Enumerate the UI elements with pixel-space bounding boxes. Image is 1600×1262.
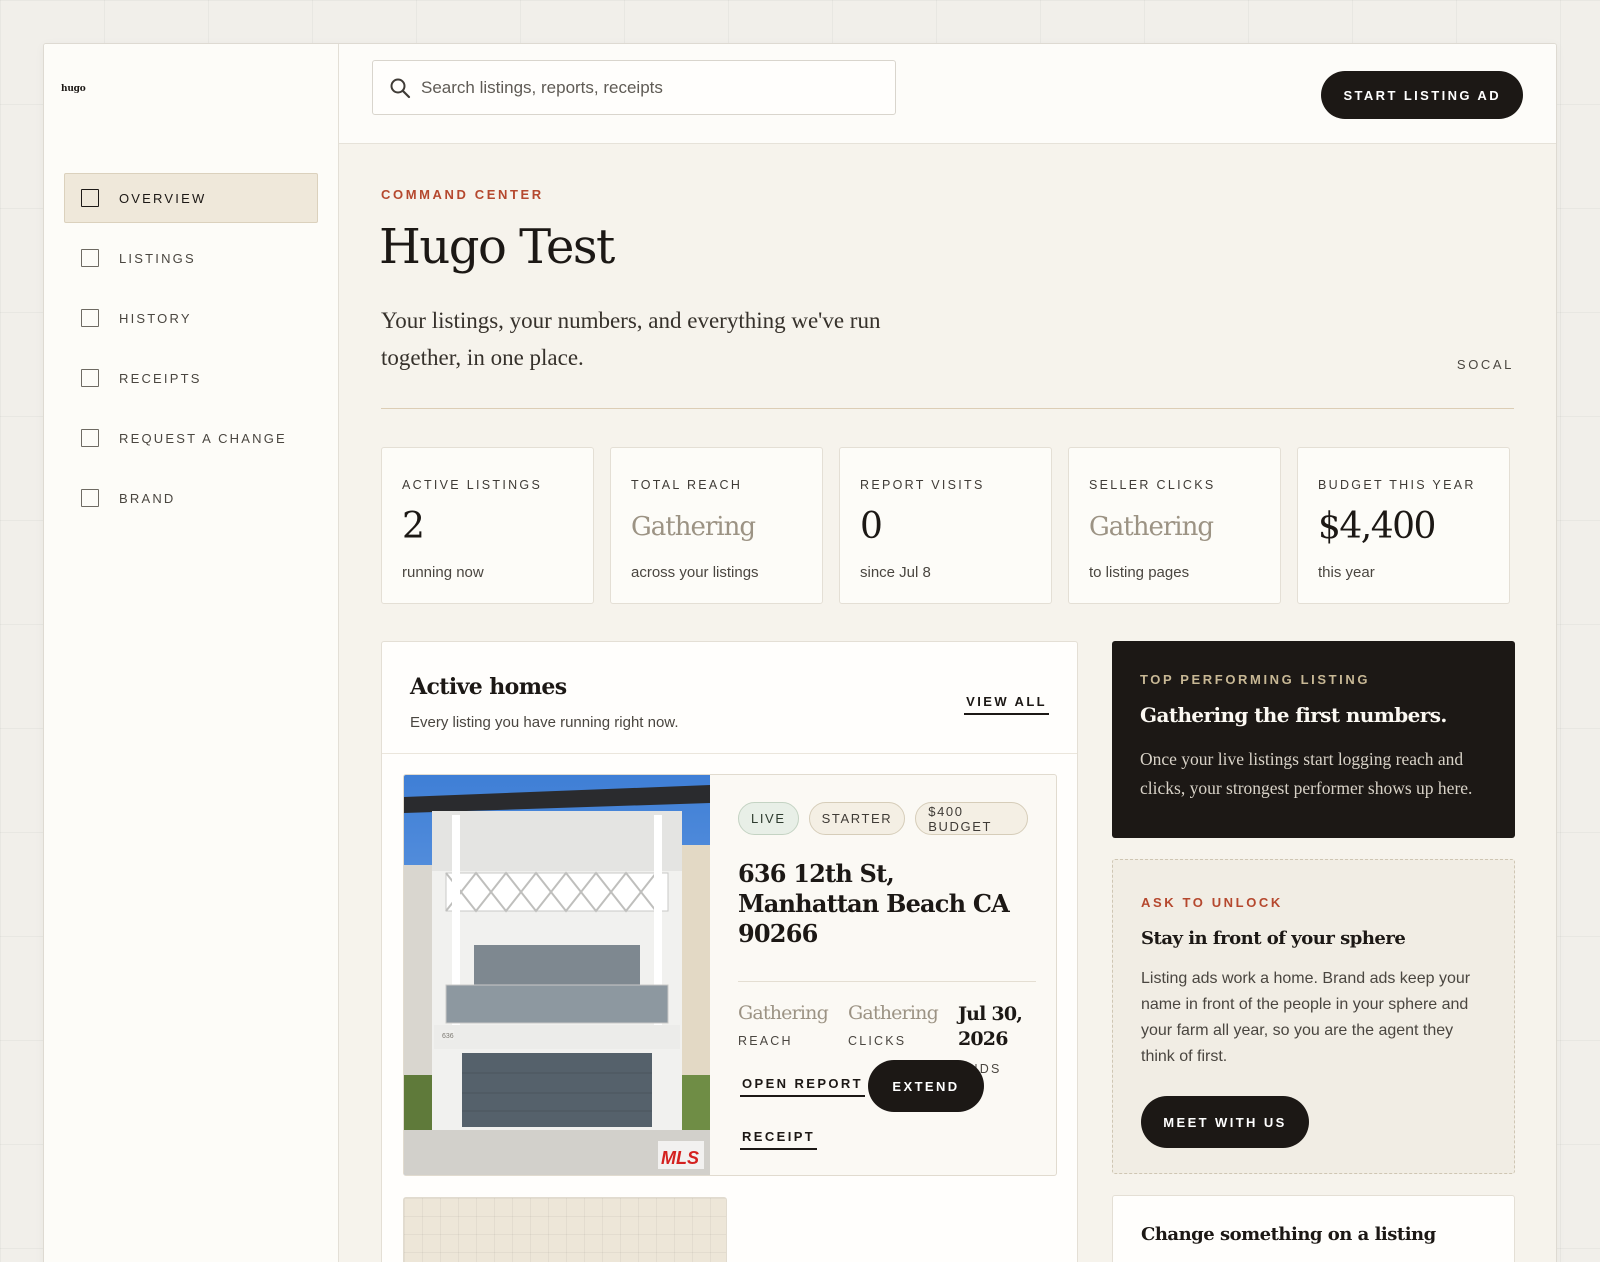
sidebar-item-label: LISTINGS — [119, 250, 196, 266]
sidebar: hugo OVERVIEW LISTINGS HISTORY RECEIPTS … — [44, 44, 339, 1262]
status-badge: LIVE — [738, 802, 799, 835]
stats-row: ACTIVE LISTINGS 2 running now TOTAL REAC… — [381, 447, 1510, 604]
stat-label: SELLER CLICKS — [1089, 478, 1216, 492]
active-homes-title: Active homes — [410, 674, 567, 700]
main-content: COMMAND CENTER Hugo Test Your listings, … — [339, 144, 1556, 1262]
stat-value: 2 — [402, 506, 425, 547]
listing-photo: 636 MLS — [404, 775, 710, 1175]
square-icon — [81, 489, 99, 507]
stat-card-total-reach: TOTAL REACH Gathering across your listin… — [610, 447, 823, 604]
metric-label: REACH — [738, 1034, 793, 1048]
stat-note: across your listings — [631, 564, 759, 581]
sidebar-item-label: REQUEST A CHANGE — [119, 430, 287, 446]
change-listing-title: Change something on a listing — [1141, 1224, 1436, 1245]
budget-badge: $400 BUDGET — [915, 802, 1028, 835]
stat-note: this year — [1318, 564, 1375, 581]
stat-note: running now — [402, 564, 484, 581]
metric-reach: Gathering REACH — [738, 1002, 829, 1076]
stat-value: $4,400 — [1318, 506, 1436, 547]
stat-card-seller-clicks: SELLER CLICKS Gathering to listing pages — [1068, 447, 1281, 604]
header-divider — [381, 408, 1514, 409]
square-icon — [81, 309, 99, 327]
square-icon — [81, 189, 99, 207]
stat-label: TOTAL REACH — [631, 478, 743, 492]
stat-card-active-listings: ACTIVE LISTINGS 2 running now — [381, 447, 594, 604]
sidebar-item-label: OVERVIEW — [119, 190, 207, 206]
active-homes-panel: Active homes Every listing you have runn… — [381, 641, 1078, 1262]
stat-value: Gathering — [631, 512, 756, 542]
page-subtitle: Your listings, your numbers, and everyth… — [381, 308, 881, 370]
listing-card-placeholder — [403, 1197, 727, 1262]
metric-value: Jul 30, 2026 — [957, 1003, 1023, 1050]
sidebar-item-label: HISTORY — [119, 310, 192, 326]
stat-note: since Jul 8 — [860, 564, 931, 581]
house-number: 636 — [442, 1033, 454, 1040]
metric-value: Gathering — [738, 1002, 829, 1024]
top-performing-text: Once your live listings start logging re… — [1140, 749, 1473, 798]
metric-label: CLICKS — [847, 1034, 907, 1048]
stat-card-budget-this-year: BUDGET THIS YEAR $4,400 this year — [1297, 447, 1510, 604]
listing-details: LIVE STARTER $400 BUDGET 636 12th St, Ma… — [710, 775, 1056, 1175]
meet-with-us-button[interactable]: MEET WITH US — [1141, 1096, 1309, 1148]
active-homes-subtitle: Every listing you have running right now… — [410, 714, 679, 731]
sidebar-item-label: RECEIPTS — [119, 370, 202, 386]
view-all-button[interactable]: VIEW ALL — [964, 694, 1049, 715]
unlock-eyebrow: ASK TO UNLOCK — [1141, 895, 1283, 910]
topbar: START LISTING AD — [339, 44, 1556, 144]
listing-address: 636 12th St, Manhattan Beach CA 90266 — [738, 859, 1010, 948]
sidebar-nav: OVERVIEW LISTINGS HISTORY RECEIPTS REQUE… — [64, 173, 318, 533]
start-listing-ad-button[interactable]: START LISTING AD — [1321, 71, 1523, 119]
receipt-button[interactable]: RECEIPT — [740, 1129, 818, 1150]
top-performing-eyebrow: TOP PERFORMING LISTING — [1140, 672, 1371, 687]
listing-divider — [738, 981, 1036, 982]
stat-card-report-visits: REPORT VISITS 0 since Jul 8 — [839, 447, 1052, 604]
change-listing-card: Change something on a listing — [1112, 1195, 1515, 1262]
page-title: Hugo Test — [379, 219, 615, 275]
stat-value: 0 — [860, 506, 883, 547]
sidebar-item-receipts[interactable]: RECEIPTS — [64, 353, 318, 403]
unlock-card: ASK TO UNLOCK Stay in front of your sphe… — [1112, 859, 1515, 1174]
square-icon — [81, 429, 99, 447]
stat-note: to listing pages — [1089, 564, 1190, 581]
active-homes-header: Active homes Every listing you have runn… — [382, 642, 1077, 754]
unlock-text: Listing ads work a home. Brand ads keep … — [1141, 970, 1471, 1065]
sidebar-item-brand[interactable]: BRAND — [64, 473, 318, 523]
top-performing-title: Gathering the first numbers. — [1140, 703, 1447, 727]
square-icon — [81, 369, 99, 387]
listing-chips: LIVE STARTER $400 BUDGET — [738, 802, 1028, 835]
stat-value: Gathering — [1089, 512, 1214, 542]
extend-button[interactable]: EXTEND — [868, 1060, 984, 1112]
stat-label: BUDGET THIS YEAR — [1318, 478, 1476, 492]
search-input[interactable] — [421, 77, 891, 98]
open-report-button[interactable]: OPEN REPORT — [740, 1076, 866, 1097]
app-window: hugo OVERVIEW LISTINGS HISTORY RECEIPTS … — [43, 43, 1557, 1262]
logo: hugo — [61, 84, 86, 94]
sidebar-item-listings[interactable]: LISTINGS — [64, 233, 318, 283]
search-box[interactable] — [372, 60, 896, 115]
sidebar-item-overview[interactable]: OVERVIEW — [64, 173, 318, 223]
top-performing-card: TOP PERFORMING LISTING Gathering the fir… — [1112, 641, 1515, 838]
listing-card: 636 MLS LIVE STARTER $400 BUDGET 636 12t… — [403, 774, 1057, 1176]
region-label: SOCAL — [1456, 357, 1514, 372]
sidebar-item-request-a-change[interactable]: REQUEST A CHANGE — [64, 413, 318, 463]
sidebar-item-history[interactable]: HISTORY — [64, 293, 318, 343]
search-icon — [390, 78, 411, 98]
unlock-title: Stay in front of your sphere — [1141, 928, 1406, 949]
mls-watermark: MLS — [661, 1148, 699, 1168]
page-eyebrow: COMMAND CENTER — [381, 187, 544, 202]
metric-value: Gathering — [847, 1002, 939, 1024]
stat-label: ACTIVE LISTINGS — [402, 478, 543, 492]
stat-label: REPORT VISITS — [860, 478, 985, 492]
sidebar-item-label: BRAND — [119, 490, 176, 506]
square-icon — [81, 249, 99, 267]
plan-badge: STARTER — [808, 802, 906, 835]
